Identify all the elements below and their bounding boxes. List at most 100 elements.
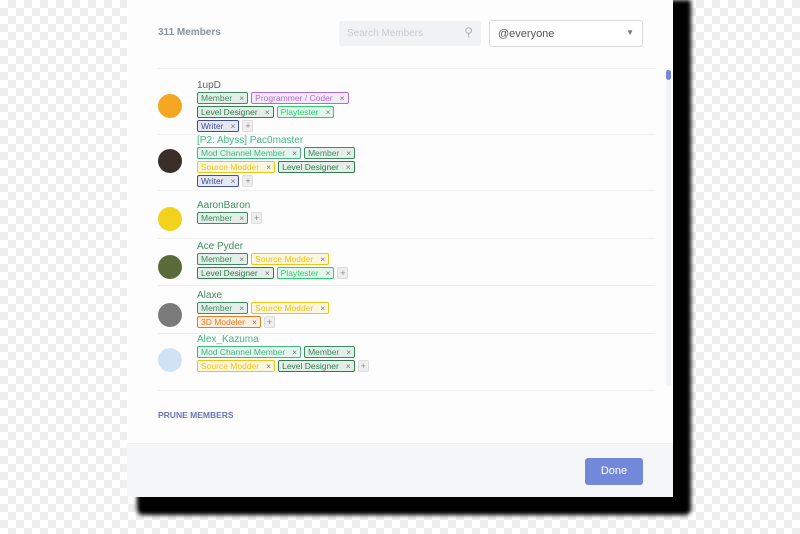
role-tag: Level Designer × [197, 106, 274, 118]
scrollbar-thumb[interactable] [666, 70, 671, 80]
search-icon: ⚲ [464, 25, 473, 39]
role-filter-select[interactable]: @everyone ▼ [489, 20, 643, 47]
remove-role-icon[interactable]: × [346, 361, 351, 371]
role-name: Playtester [280, 107, 319, 117]
remove-role-icon[interactable]: × [265, 268, 270, 278]
remove-role-icon[interactable]: × [292, 347, 297, 357]
role-tag: Level Designer × [278, 161, 355, 173]
divider [158, 390, 655, 391]
remove-role-icon[interactable]: × [266, 361, 271, 371]
role-name: Programmer / Coder [255, 93, 333, 103]
scrollbar-track[interactable] [666, 68, 671, 386]
avatar[interactable] [158, 207, 182, 231]
members-dialog: 311 Members Search Members ⚲ @everyone ▼… [127, 0, 673, 497]
role-tag: Level Designer × [278, 360, 355, 372]
role-name: Mod Channel Member [201, 347, 286, 357]
remove-role-icon[interactable]: × [252, 317, 257, 327]
role-name: Level Designer [282, 162, 339, 172]
role-name: Member [201, 254, 233, 264]
dialog-footer: Done [127, 443, 673, 497]
done-button[interactable]: Done [585, 458, 643, 485]
role-tag: Member × [197, 302, 249, 314]
member-name[interactable]: Alex_Kazuma [197, 334, 259, 345]
role-name: Member [201, 213, 233, 223]
remove-role-icon[interactable]: × [320, 254, 325, 264]
role-name: Playtester [280, 268, 319, 278]
remove-role-icon[interactable]: × [239, 213, 244, 223]
role-name: Level Designer [282, 361, 339, 371]
remove-role-icon[interactable]: × [320, 303, 325, 313]
role-name: Member [308, 347, 340, 357]
role-tags: Mod Channel Member × Member × Source Modder ×… [197, 346, 369, 372]
chevron-down-icon: ▼ [626, 28, 634, 37]
role-name: Writer [201, 176, 224, 186]
role-tag: Mod Channel Member × [197, 346, 302, 358]
remove-role-icon[interactable]: × [231, 121, 236, 131]
avatar[interactable] [158, 303, 182, 327]
role-tag: Source Modder × [197, 360, 276, 372]
add-role-button[interactable]: + [242, 120, 254, 132]
role-tag: Member × [197, 253, 249, 265]
role-tag: Source Modder × [251, 253, 330, 265]
role-name: Mod Channel Member [201, 148, 286, 158]
member-name[interactable]: 1upD [197, 80, 221, 91]
role-name: Member [308, 148, 340, 158]
add-role-button[interactable]: + [242, 175, 254, 187]
avatar[interactable] [158, 94, 182, 118]
member-count: 311 Members [158, 27, 221, 38]
remove-role-icon[interactable]: × [325, 107, 330, 117]
remove-role-icon[interactable]: × [231, 176, 236, 186]
add-role-button[interactable]: + [337, 267, 349, 279]
member-name[interactable]: [P2: Abyss] Pac0master [197, 135, 303, 146]
remove-role-icon[interactable]: × [239, 93, 244, 103]
role-tags: Member × Source Modder × 3D Modeler × + [197, 302, 369, 328]
role-name: Member [201, 303, 233, 313]
role-name: Level Designer [201, 268, 258, 278]
member-name[interactable]: Alaxe [197, 290, 222, 301]
remove-role-icon[interactable]: × [265, 107, 270, 117]
avatar[interactable] [158, 149, 182, 173]
role-name: Source Modder [201, 361, 260, 371]
role-tag: Mod Channel Member × [197, 147, 302, 159]
remove-role-icon[interactable]: × [346, 148, 351, 158]
role-tag: Source Modder × [197, 161, 276, 173]
search-input[interactable]: Search Members ⚲ [339, 21, 481, 46]
divider [158, 190, 655, 191]
role-tags: Member × Programmer / Coder × Level Designer… [197, 92, 369, 132]
role-name: Member [201, 93, 233, 103]
avatar[interactable] [158, 255, 182, 279]
role-tag: Source Modder × [251, 302, 330, 314]
add-role-button[interactable]: + [263, 316, 275, 328]
role-name: Source Modder [255, 303, 314, 313]
add-role-button[interactable]: + [357, 360, 369, 372]
role-tags: Member × Source Modder × Level Designer × Play… [197, 253, 369, 279]
role-name: 3D Modeler [201, 317, 245, 327]
remove-role-icon[interactable]: × [346, 347, 351, 357]
remove-role-icon[interactable]: × [346, 162, 351, 172]
member-name[interactable]: AaronBaron [197, 200, 250, 211]
role-tag: Member × [197, 212, 249, 224]
role-tag: Level Designer × [197, 267, 274, 279]
remove-role-icon[interactable]: × [239, 254, 244, 264]
divider [158, 238, 655, 239]
remove-role-icon[interactable]: × [266, 162, 271, 172]
remove-role-icon[interactable]: × [239, 303, 244, 313]
role-tag: Member × [304, 147, 356, 159]
remove-role-icon[interactable]: × [292, 148, 297, 158]
role-tag: Playtester × [276, 267, 335, 279]
divider [158, 285, 655, 286]
remove-role-icon[interactable]: × [340, 93, 345, 103]
role-name: Level Designer [201, 107, 258, 117]
remove-role-icon[interactable]: × [325, 268, 330, 278]
role-filter-value: @everyone [498, 28, 555, 40]
member-name[interactable]: Ace Pyder [197, 241, 243, 252]
search-placeholder: Search Members [347, 28, 424, 39]
avatar[interactable] [158, 348, 182, 372]
add-role-button[interactable]: + [251, 212, 263, 224]
role-tag: Member × [304, 346, 356, 358]
prune-members-link[interactable]: PRUNE MEMBERS [158, 410, 234, 420]
role-name: Source Modder [255, 254, 314, 264]
role-tag: Programmer / Coder × [251, 92, 349, 104]
role-tag: Writer × [197, 175, 240, 187]
role-name: Source Modder [201, 162, 260, 172]
